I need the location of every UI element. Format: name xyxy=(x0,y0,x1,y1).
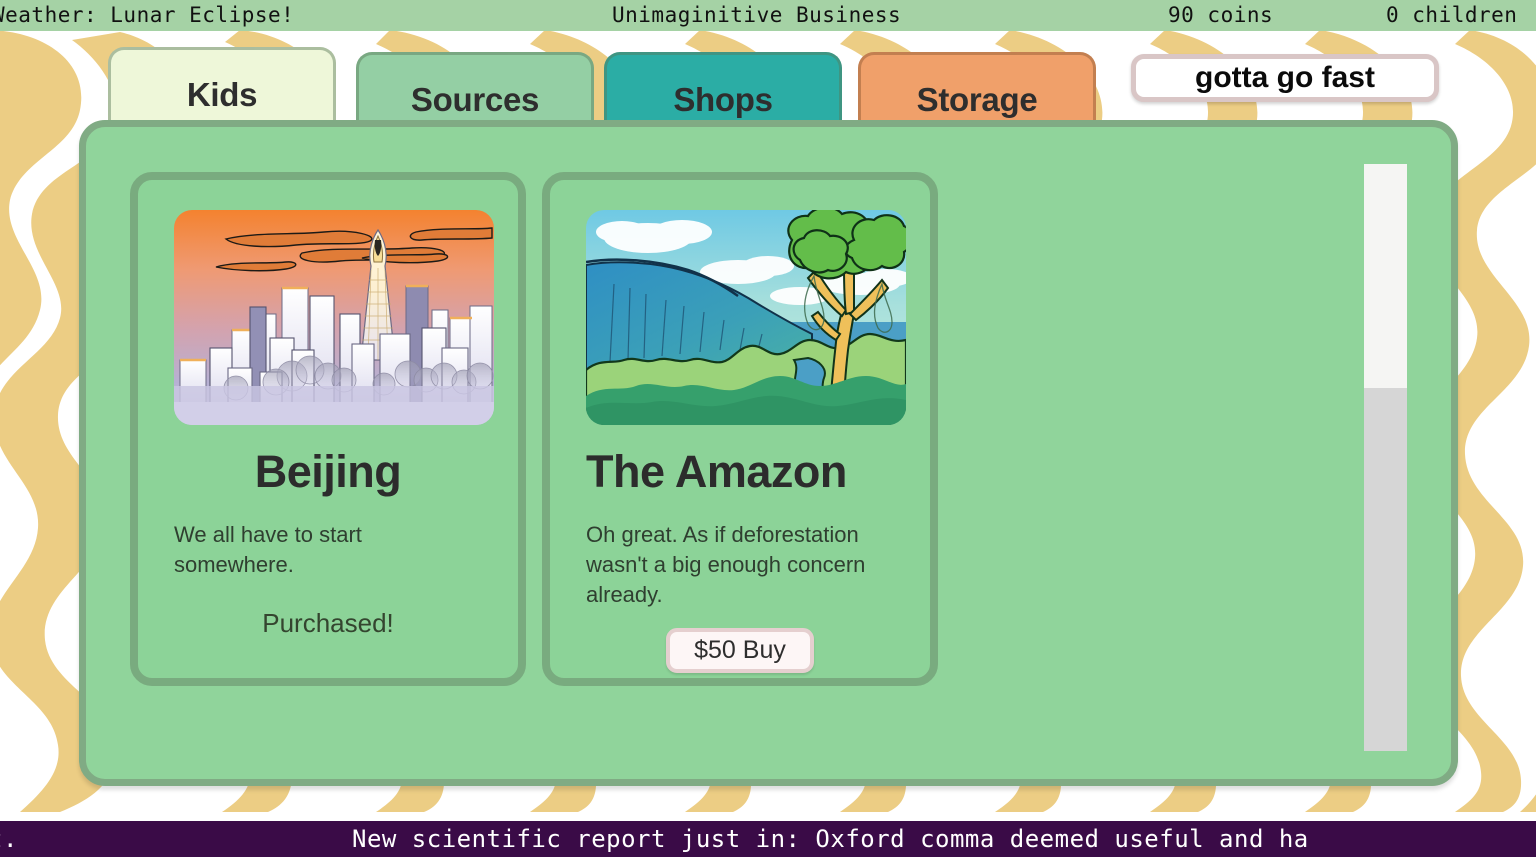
panel-scrollbar-thumb[interactable] xyxy=(1364,164,1407,388)
news-ticker-left-fragment: t. xyxy=(0,825,18,853)
city-skyline-icon xyxy=(174,210,494,425)
tab-sources-label: Sources xyxy=(410,81,540,118)
tab-shops-label: Shops xyxy=(673,81,773,118)
shop-card-beijing[interactable]: Beijing We all have to start somewhere. … xyxy=(130,172,526,686)
shop-card-list: Beijing We all have to start somewhere. … xyxy=(130,172,938,686)
coins-counter: 90 coins xyxy=(1168,3,1274,27)
tab-sources[interactable]: Sources xyxy=(356,52,594,130)
tab-shops[interactable]: Shops xyxy=(604,52,842,130)
business-name: Unimaginitive Business xyxy=(612,3,902,27)
top-status-bar: Weather: Lunar Eclipse! Unimaginitive Bu… xyxy=(0,0,1536,31)
tab-kids[interactable]: Kids xyxy=(108,47,336,130)
buy-button-label: $50 Buy xyxy=(694,636,786,664)
gotta-go-fast-label: gotta go fast xyxy=(1195,61,1375,94)
children-counter: 0 children xyxy=(1386,3,1518,27)
amazon-artwork xyxy=(586,210,906,425)
gotta-go-fast-button[interactable]: gotta go fast xyxy=(1131,54,1439,102)
card-description-beijing: We all have to start somewhere. xyxy=(174,522,362,577)
card-description-the-amazon: Oh great. As if deforestation wasn't a b… xyxy=(586,522,866,607)
news-ticker-bar: t. New scientific report just in: Oxford… xyxy=(0,821,1536,857)
card-status-beijing: Purchased! xyxy=(262,608,394,638)
card-title-beijing: Beijing xyxy=(254,446,402,497)
panel-scrollbar-track[interactable] xyxy=(1364,164,1407,751)
rainforest-icon xyxy=(586,210,906,425)
card-title-the-amazon: The Amazon xyxy=(586,446,847,497)
main-content-panel: Beijing We all have to start somewhere. … xyxy=(79,120,1458,786)
news-ticker-headline: New scientific report just in: Oxford co… xyxy=(352,825,1309,853)
weather-status: Weather: Lunar Eclipse! xyxy=(0,3,295,27)
card-footer-the-amazon: $50 Buy xyxy=(586,628,894,673)
buy-button-the-amazon[interactable]: $50 Buy xyxy=(666,628,814,673)
shop-card-the-amazon[interactable]: The Amazon Oh great. As if deforestation… xyxy=(542,172,938,686)
tab-kids-label: Kids xyxy=(186,76,258,113)
tab-storage[interactable]: Storage xyxy=(858,52,1096,130)
tab-storage-label: Storage xyxy=(916,81,1038,118)
beijing-artwork xyxy=(174,210,494,425)
